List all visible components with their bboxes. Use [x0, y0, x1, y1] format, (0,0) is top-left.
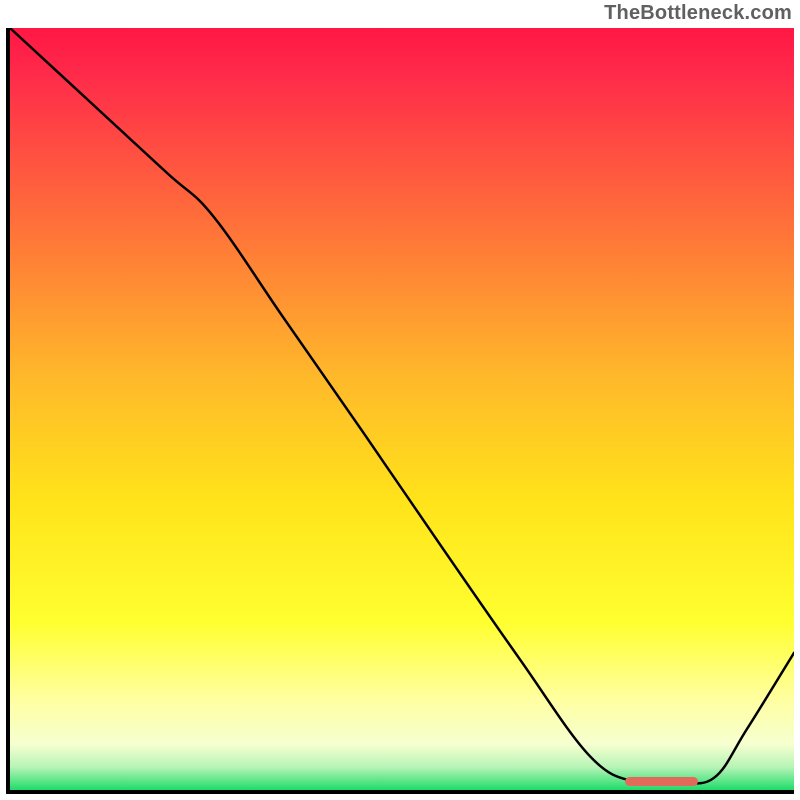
attribution-text: TheBottleneck.com [604, 2, 792, 25]
optimal-range-marker [625, 777, 698, 786]
bottleneck-curve [10, 28, 794, 790]
plot-area [6, 28, 794, 794]
chart-container: TheBottleneck.com [0, 0, 800, 800]
